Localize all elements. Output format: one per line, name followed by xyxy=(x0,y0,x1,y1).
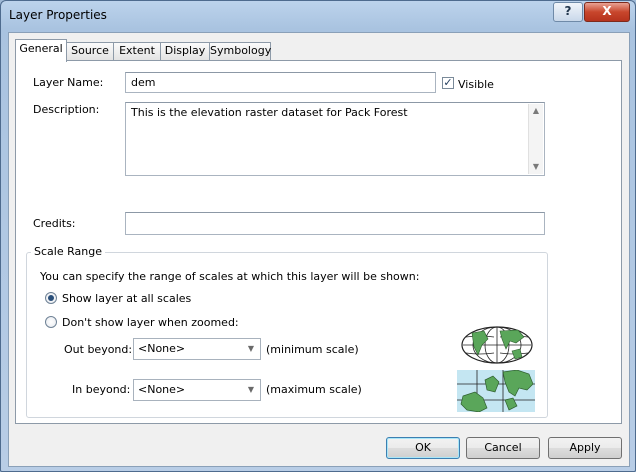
scroll-up-icon[interactable]: ▲ xyxy=(529,104,543,118)
layer-name-label: Layer Name: xyxy=(33,76,104,89)
dont-show-zoomed-label: Don't show layer when zoomed: xyxy=(62,316,239,329)
chevron-down-icon[interactable]: ▼ xyxy=(243,381,259,399)
chevron-down-icon[interactable]: ▼ xyxy=(243,340,259,358)
dialog-body: General Source Extent Display Symbology … xyxy=(8,32,630,467)
zoomed-map-icon xyxy=(457,370,535,412)
scroll-down-icon[interactable]: ▼ xyxy=(529,160,543,174)
close-button[interactable]: X xyxy=(584,2,630,22)
description-textarea[interactable]: This is the elevation raster dataset for… xyxy=(125,102,545,176)
out-beyond-label: Out beyond: xyxy=(64,343,133,356)
tab-source[interactable]: Source xyxy=(66,42,114,60)
maximum-scale-hint: (maximum scale) xyxy=(266,383,362,396)
description-scrollbar[interactable]: ▲ ▼ xyxy=(528,104,543,174)
in-beyond-select[interactable]: <None> ▼ xyxy=(133,379,261,401)
layer-name-input[interactable]: dem xyxy=(125,72,436,93)
window-title: Layer Properties xyxy=(9,8,107,22)
globe-icon xyxy=(461,326,533,364)
scale-range-title: Scale Range xyxy=(31,245,105,258)
description-text: This is the elevation raster dataset for… xyxy=(131,106,408,119)
tab-symbology[interactable]: Symbology xyxy=(209,42,271,60)
radio-show-all-scales[interactable] xyxy=(45,292,57,304)
help-button[interactable]: ? xyxy=(553,2,583,22)
minimum-scale-hint: (minimum scale) xyxy=(266,343,359,356)
out-beyond-select[interactable]: <None> ▼ xyxy=(133,338,261,360)
ok-button[interactable]: OK xyxy=(386,437,460,459)
tab-general[interactable]: General xyxy=(15,39,67,62)
visible-checkbox[interactable]: ✓ xyxy=(442,77,454,89)
credits-label: Credits: xyxy=(33,217,76,230)
general-tab-panel: Layer Name: dem ✓ Visible Description: T… xyxy=(15,60,622,424)
in-beyond-value: <None> xyxy=(138,383,186,396)
in-beyond-label: In beyond: xyxy=(72,383,131,396)
layer-properties-window: Layer Properties ? X General Source Exte… xyxy=(0,0,636,472)
out-beyond-value: <None> xyxy=(138,342,186,355)
scale-range-info: You can specify the range of scales at w… xyxy=(40,270,420,283)
description-label: Description: xyxy=(33,103,100,116)
show-all-scales-label: Show layer at all scales xyxy=(62,292,192,305)
scale-range-group: Scale Range You can specify the range of… xyxy=(26,245,548,418)
title-bar[interactable]: Layer Properties ? X xyxy=(1,1,635,31)
radio-dont-show-zoomed[interactable] xyxy=(45,316,57,328)
tab-extent[interactable]: Extent xyxy=(113,42,161,60)
visible-label: Visible xyxy=(458,78,494,91)
credits-input[interactable] xyxy=(125,212,545,235)
cancel-button[interactable]: Cancel xyxy=(466,437,540,459)
tab-display[interactable]: Display xyxy=(160,42,210,60)
apply-button[interactable]: Apply xyxy=(548,437,622,459)
